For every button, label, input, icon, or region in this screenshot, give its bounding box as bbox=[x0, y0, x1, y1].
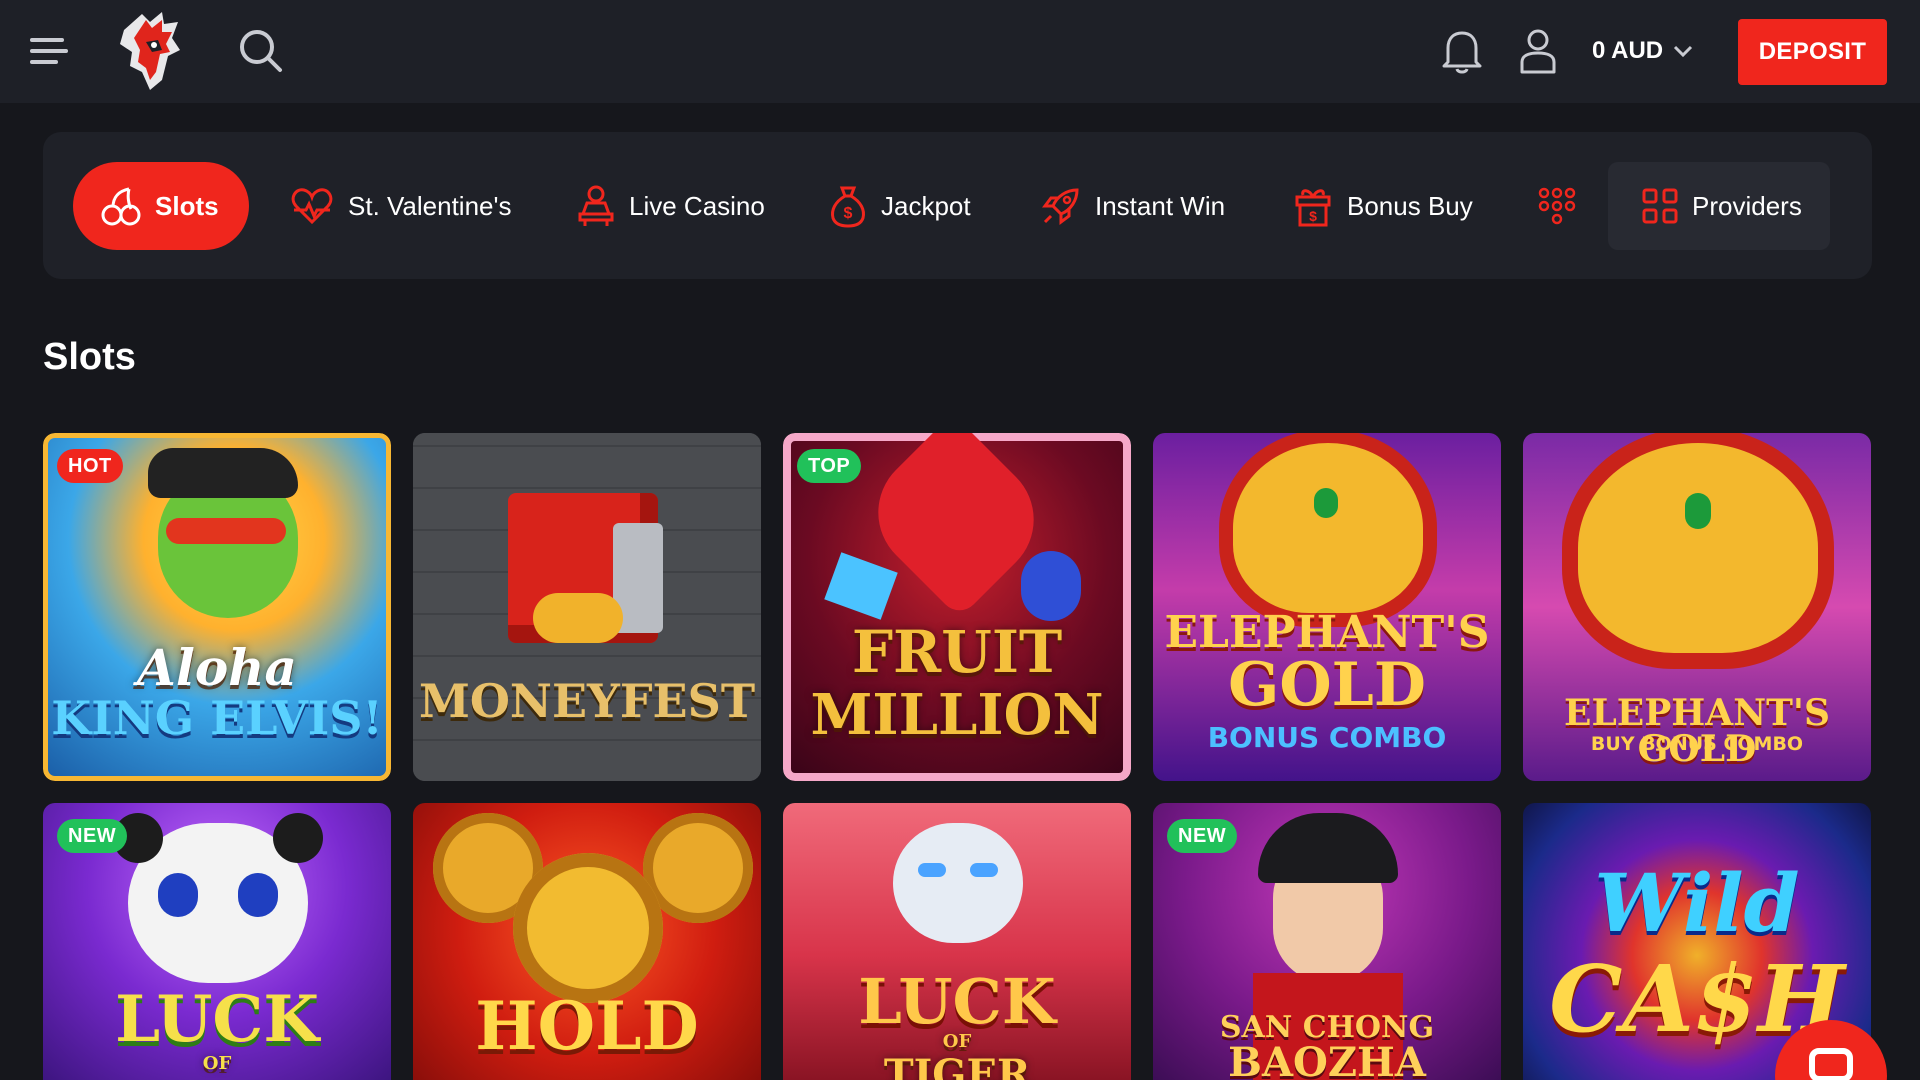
new-badge: NEW bbox=[1167, 819, 1238, 853]
category-nav: Slots St. Valentine's Live Casino $ Jack… bbox=[43, 132, 1872, 279]
tab-providers[interactable]: Providers bbox=[1608, 162, 1830, 250]
balance-amount: 0 AUD bbox=[1592, 37, 1664, 64]
game-subtitle: TIGER bbox=[883, 1051, 1031, 1080]
rooster-logo-icon[interactable] bbox=[112, 10, 186, 92]
tab-label: Providers bbox=[1692, 190, 1802, 221]
game-title: ELEPHANT'S GOLD bbox=[1564, 692, 1830, 770]
gift-icon: $ bbox=[1295, 189, 1331, 227]
rocket-icon bbox=[1042, 188, 1079, 225]
game-title: ELEPHANT'S bbox=[1164, 607, 1490, 658]
game-title-line2: BAOZHA bbox=[1228, 1039, 1426, 1080]
chevron-down-icon bbox=[1674, 45, 1693, 58]
bell-icon[interactable] bbox=[1442, 28, 1482, 74]
tab-label: Jackpot bbox=[881, 190, 971, 221]
tab-label: St. Valentine's bbox=[348, 190, 512, 221]
heart-icon bbox=[291, 188, 333, 225]
new-badge: NEW bbox=[57, 819, 128, 853]
game-tile-elephants-gold-buy-bonus-combo[interactable]: ELEPHANT'S GOLD BUY BONUS COMBO bbox=[1523, 433, 1871, 781]
game-title: LUCK bbox=[115, 982, 319, 1057]
top-header: 0 AUD DEPOSIT bbox=[0, 0, 1920, 103]
game-title: MONEYFEST bbox=[418, 674, 756, 728]
game-tile-aloha-king-elvis[interactable]: HOT Aloha KING ELVIS! bbox=[43, 433, 391, 781]
game-title: LUCK bbox=[858, 965, 1056, 1038]
game-artwork bbox=[413, 433, 761, 781]
game-title: Aloha bbox=[137, 638, 297, 697]
game-title: FRUIT bbox=[851, 618, 1063, 686]
game-tile-hold-coin[interactable]: HOLD bbox=[413, 803, 761, 1080]
money-bag-icon: $ bbox=[831, 186, 865, 228]
top-badge: TOP bbox=[797, 449, 862, 483]
tab-bonus-buy[interactable]: $ Bonus Buy bbox=[1293, 162, 1473, 250]
game-title-line2: MILLION bbox=[810, 682, 1104, 748]
more-dots-icon bbox=[1538, 187, 1576, 225]
svg-text:$: $ bbox=[1309, 208, 1317, 224]
section-title: Slots bbox=[43, 336, 136, 378]
tab-label: Live Casino bbox=[629, 190, 765, 221]
game-tile-fruit-million[interactable]: TOP FRUIT MILLION bbox=[783, 433, 1131, 781]
game-tile-moneyfest[interactable]: MONEYFEST bbox=[413, 433, 761, 781]
tab-valentines[interactable]: St. Valentine's bbox=[290, 162, 511, 250]
tab-live-casino[interactable]: Live Casino bbox=[577, 162, 765, 250]
tab-label: Instant Win bbox=[1095, 190, 1226, 221]
cherries-icon bbox=[101, 187, 141, 226]
search-icon[interactable] bbox=[238, 28, 284, 74]
grid-icon bbox=[1642, 188, 1678, 224]
hamburger-menu-icon[interactable] bbox=[30, 36, 70, 66]
game-title-line2: OF bbox=[942, 1031, 972, 1052]
tab-more[interactable] bbox=[1537, 162, 1577, 250]
game-title-line2: OF bbox=[202, 1053, 232, 1074]
deposit-button[interactable]: DEPOSIT bbox=[1738, 19, 1887, 85]
tab-label: Slots bbox=[155, 190, 219, 221]
tab-label: Bonus Buy bbox=[1347, 190, 1473, 221]
game-title-line2: GOLD bbox=[1228, 650, 1426, 720]
game-title: HOLD bbox=[475, 987, 699, 1065]
game-tile-luck-of-tiger[interactable]: LUCK OF TIGER bbox=[783, 803, 1131, 1080]
user-icon[interactable] bbox=[1518, 28, 1558, 74]
svg-text:$: $ bbox=[844, 205, 853, 222]
game-tile-san-chong-baozha[interactable]: NEW SAN CHONG BAOZHA bbox=[1153, 803, 1501, 1080]
game-tile-elephants-gold-bonus-combo[interactable]: ELEPHANT'S GOLD BONUS COMBO bbox=[1153, 433, 1501, 781]
dealer-icon bbox=[578, 185, 614, 226]
tab-slots[interactable]: Slots bbox=[73, 162, 249, 250]
balance-dropdown[interactable]: 0 AUD bbox=[1592, 36, 1693, 66]
chat-icon bbox=[1809, 1048, 1853, 1080]
game-title-line2: KING ELVIS! bbox=[51, 691, 383, 745]
tab-instant-win[interactable]: Instant Win bbox=[1041, 162, 1225, 250]
game-subtitle: BUY BONUS COMBO bbox=[1590, 733, 1804, 755]
tab-jackpot[interactable]: $ Jackpot bbox=[829, 162, 971, 250]
game-title: Wild bbox=[1594, 856, 1800, 950]
game-subtitle: BONUS COMBO bbox=[1207, 721, 1447, 754]
hot-badge: HOT bbox=[57, 449, 123, 483]
game-tile-luck-of-panda[interactable]: NEW LUCK OF bbox=[43, 803, 391, 1080]
